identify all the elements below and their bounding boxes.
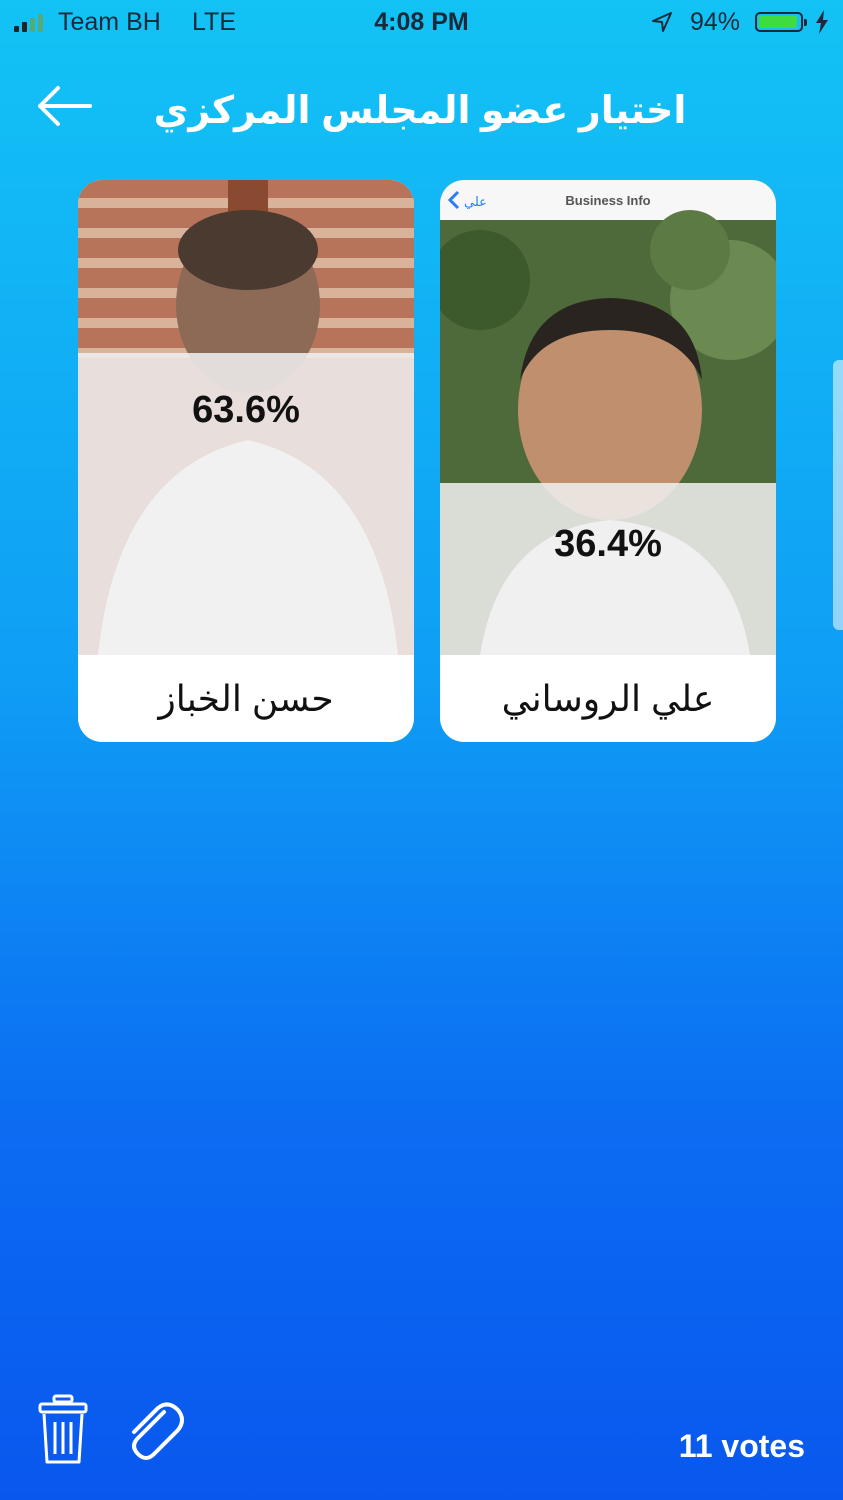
location-arrow-icon xyxy=(650,10,674,39)
status-bar: Team BH LTE 4:08 PM 94% xyxy=(0,0,843,46)
result-overlay: 36.4% xyxy=(440,483,776,655)
candidate-photo: علي Business Info 36.4% xyxy=(440,180,776,655)
battery-icon xyxy=(755,12,807,32)
paperclip-icon[interactable] xyxy=(124,1398,184,1469)
candidate-photo: 63.6% xyxy=(78,180,414,655)
battery-percent: 94% xyxy=(690,8,741,36)
photo-back-label: علي xyxy=(464,195,487,210)
back-arrow-icon[interactable] xyxy=(34,84,94,128)
candidate-card[interactable]: 63.6% حسن الخباز xyxy=(78,180,414,742)
vote-percent: 36.4% xyxy=(554,523,662,565)
trash-icon[interactable] xyxy=(38,1394,88,1471)
vote-count: 11 votes xyxy=(678,1428,805,1464)
page-title: اختيار عضو المجلس المركزي xyxy=(153,90,687,132)
result-overlay: 63.6% xyxy=(78,353,414,655)
candidate-name: حسن الخباز xyxy=(158,677,334,719)
photo-header-label: Business Info xyxy=(565,193,650,208)
charging-bolt-icon xyxy=(815,10,829,39)
candidate-card[interactable]: علي Business Info 36.4% علي الروساني xyxy=(440,180,776,742)
vote-percent: 63.6% xyxy=(192,389,300,431)
scrollbar[interactable] xyxy=(833,360,843,630)
candidate-name: علي الروساني xyxy=(501,677,715,719)
